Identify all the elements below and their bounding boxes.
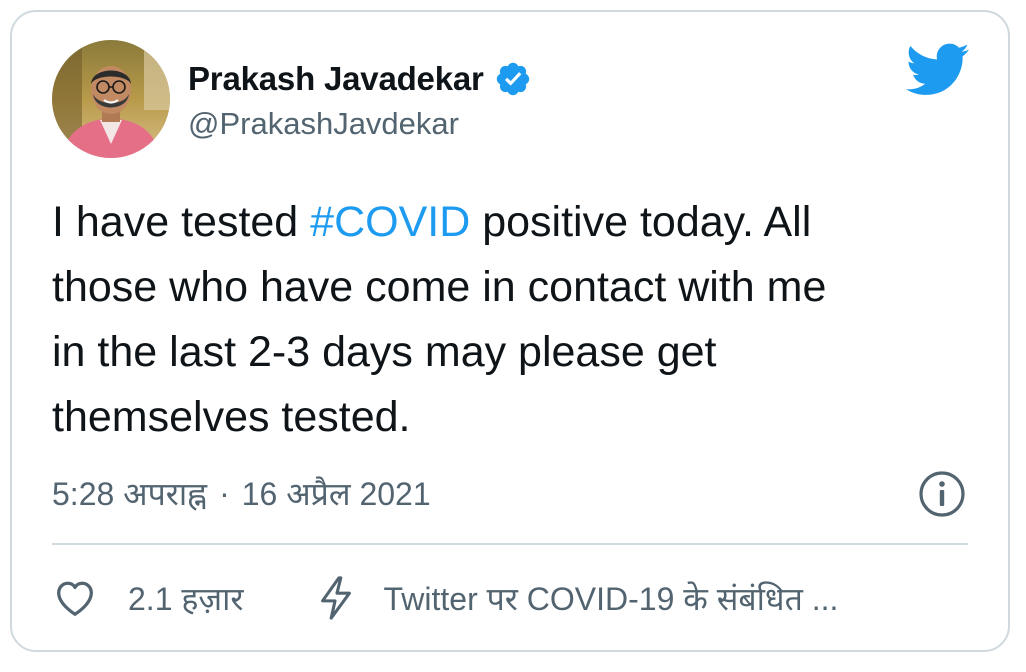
divider bbox=[52, 543, 968, 545]
topic-link[interactable]: Twitter पर COVID-19 के संबंधित ... bbox=[244, 575, 839, 621]
avatar[interactable] bbox=[52, 40, 170, 158]
tweet-text-fragment: I have tested bbox=[52, 198, 311, 246]
tweet-text-line: themselves tested. bbox=[52, 393, 411, 441]
tweet-card[interactable]: Prakash Javadekar @PrakashJavdekar I hav… bbox=[10, 10, 1010, 652]
tweet-time[interactable]: 5:28 अपराह्न bbox=[52, 472, 207, 515]
tweet-text-line: those who have come in contact with me bbox=[52, 263, 827, 311]
author-handle[interactable]: @PrakashJavdekar bbox=[188, 106, 459, 142]
verified-badge-icon bbox=[494, 60, 532, 98]
tweet-date[interactable]: 16 अप्रैल 2021 bbox=[242, 472, 431, 515]
avatar-image bbox=[52, 40, 170, 158]
meta-separator: · bbox=[219, 475, 230, 511]
author-display-name[interactable]: Prakash Javadekar bbox=[188, 60, 484, 98]
heart-icon[interactable] bbox=[52, 575, 98, 621]
tweet-text-fragment: positive today. All bbox=[470, 198, 812, 246]
topic-link-text[interactable]: Twitter पर COVID-19 के संबंधित ... bbox=[384, 577, 839, 620]
like-button[interactable]: 2.1 हज़ार bbox=[52, 575, 244, 621]
like-count[interactable]: 2.1 हज़ार bbox=[128, 577, 244, 620]
tweet-text-line: in the last 2-3 days may please get bbox=[52, 328, 717, 376]
lightning-bolt-icon[interactable] bbox=[316, 575, 356, 621]
twitter-bird-icon[interactable] bbox=[906, 42, 970, 98]
tweet-text-line: I have tested #COVID positive today. All bbox=[52, 190, 982, 255]
hashtag-link[interactable]: #COVID bbox=[310, 198, 470, 246]
tweet-timestamp[interactable]: 5:28 अपराह्न · 16 अप्रैल 2021 bbox=[52, 472, 431, 515]
tweet-text: I have tested #COVID positive today. All… bbox=[52, 190, 982, 450]
tweet-actions: 2.1 हज़ार Twitter पर COVID-19 के संबंधित… bbox=[52, 572, 838, 624]
author-name-row[interactable]: Prakash Javadekar bbox=[188, 58, 532, 100]
info-icon[interactable] bbox=[916, 468, 968, 520]
